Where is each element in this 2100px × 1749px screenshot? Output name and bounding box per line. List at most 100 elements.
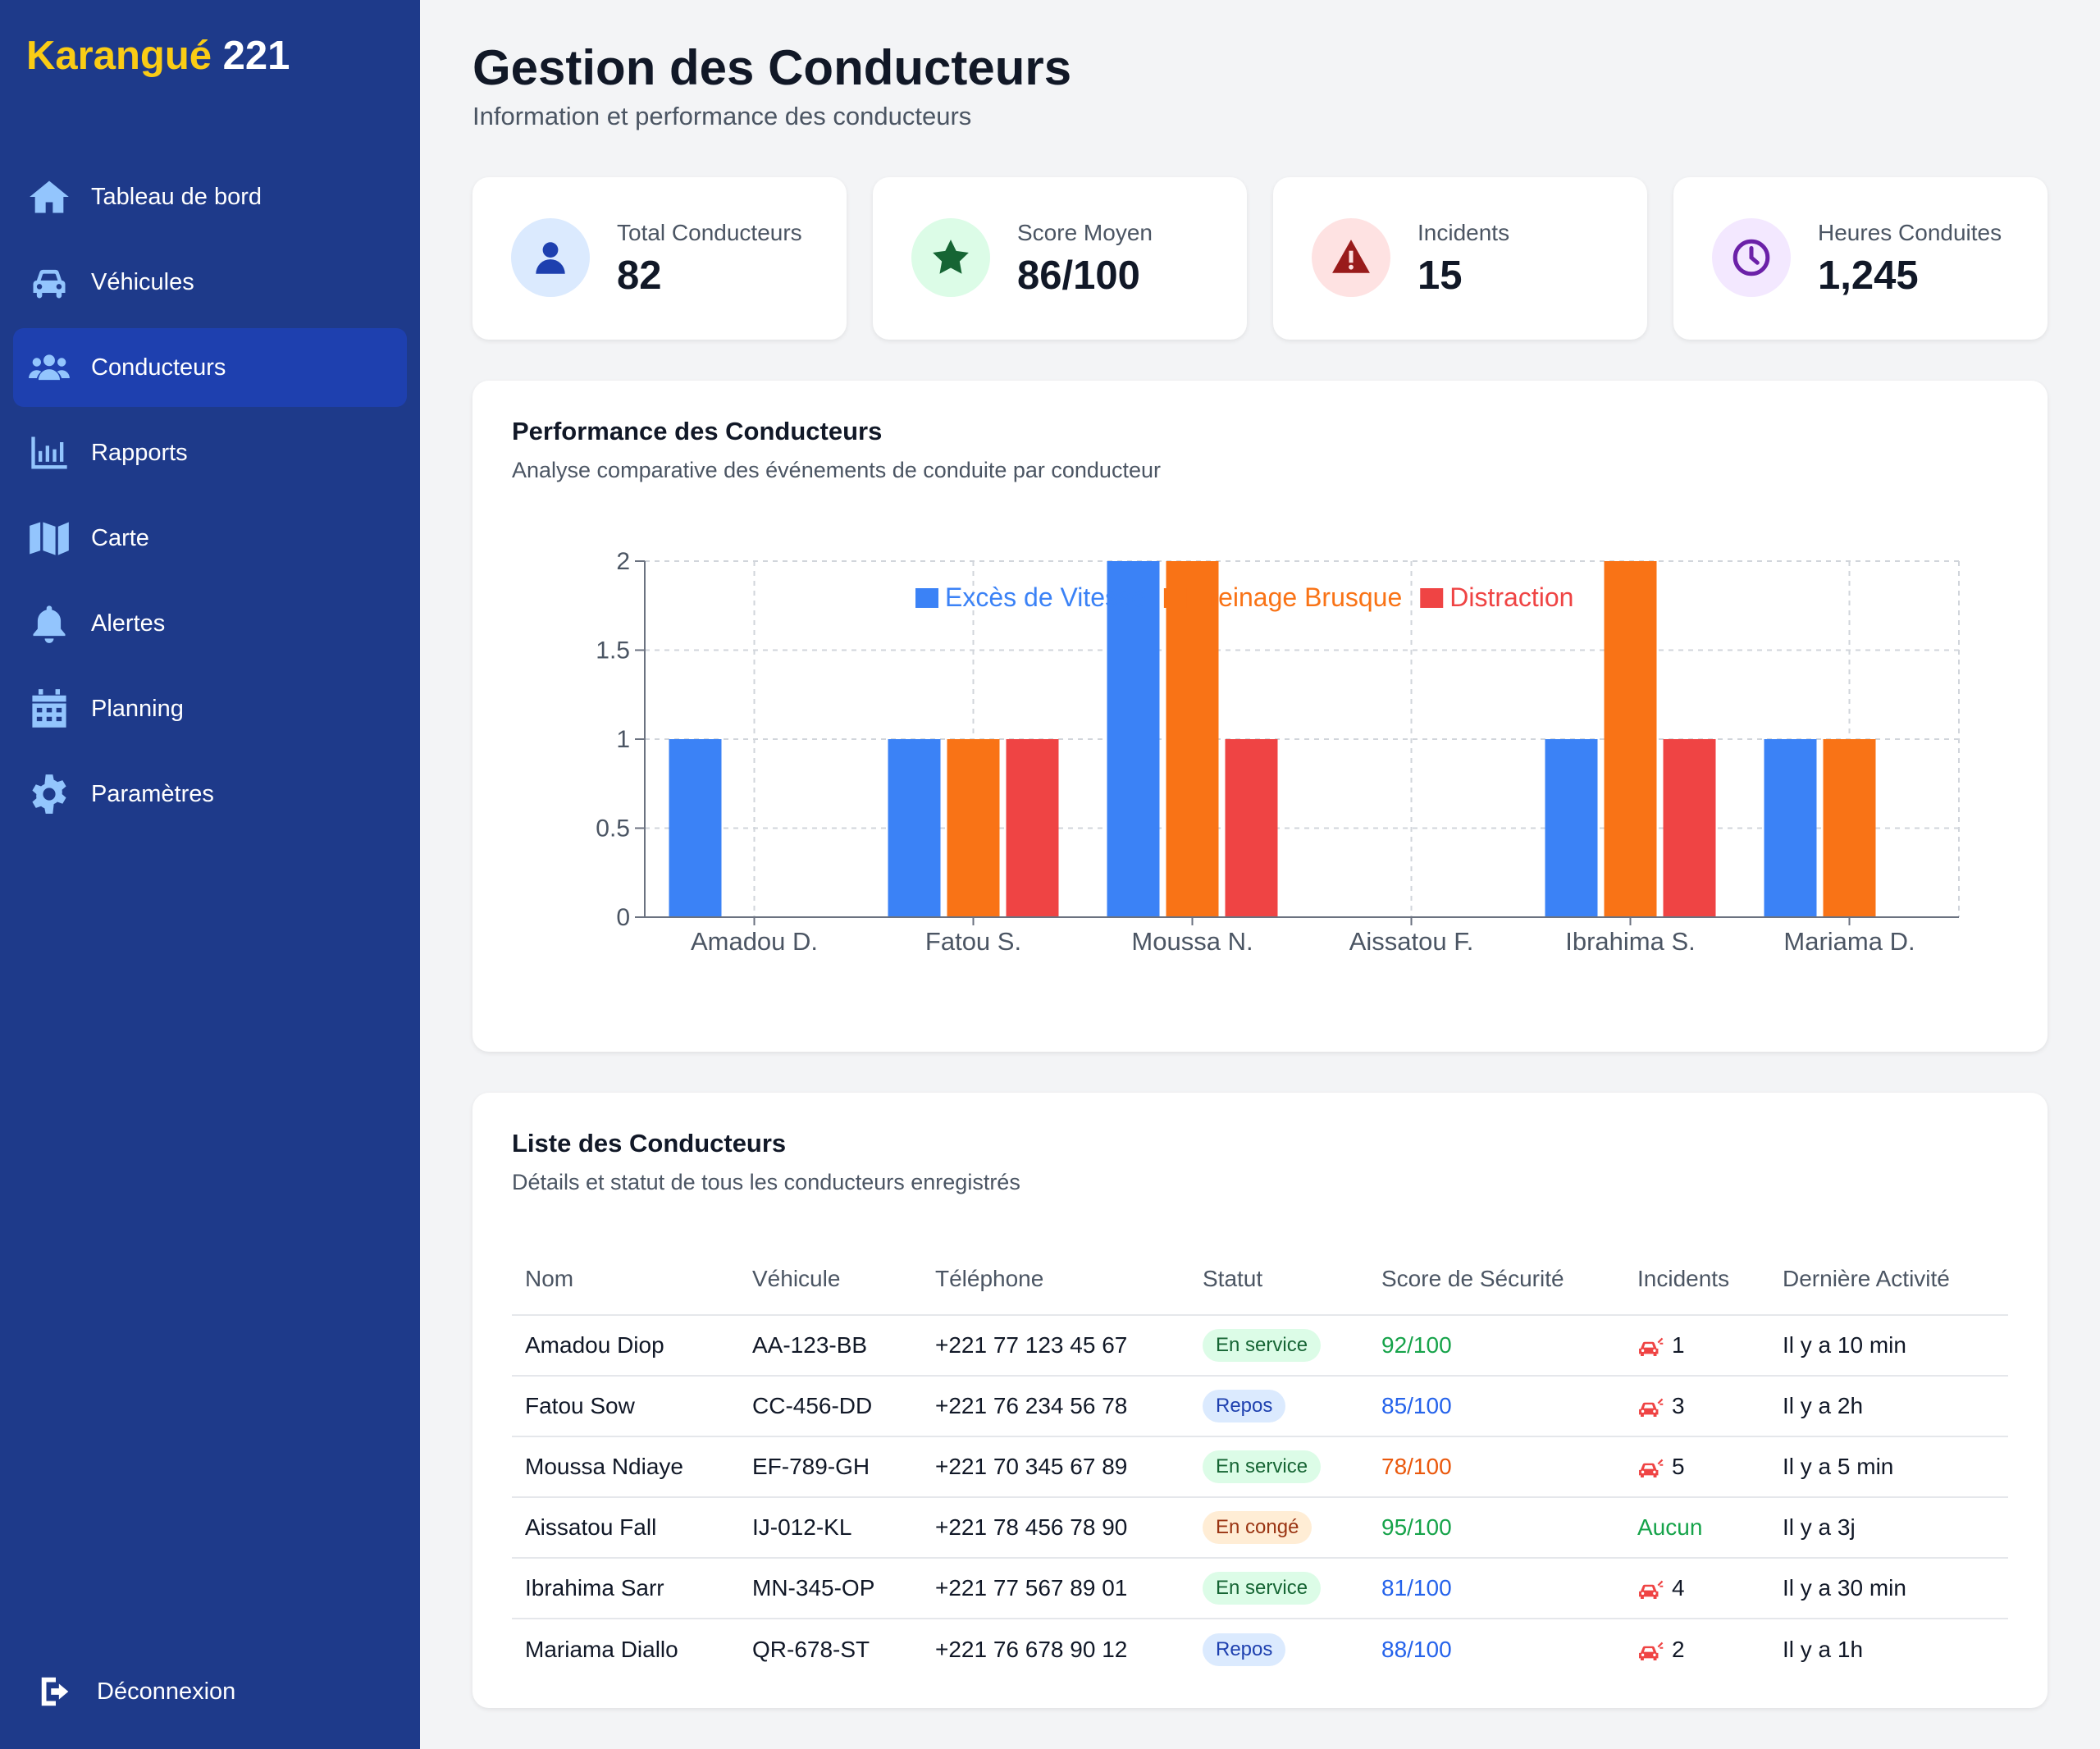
car-crash-icon xyxy=(1637,1639,1665,1662)
stat-label: Heures Conduites xyxy=(1818,220,2002,245)
car-crash-icon xyxy=(1637,1395,1665,1418)
x-tick-label: Ibrahima S. xyxy=(1565,927,1696,956)
legend-label: Freinage Brusque xyxy=(1194,582,1402,612)
map-icon xyxy=(26,515,72,561)
sidebar-item-planning[interactable]: Planning xyxy=(13,669,407,748)
driver-score: 78/100 xyxy=(1381,1454,1452,1479)
legend-swatch xyxy=(915,588,938,608)
bar-mariama-d-series-1 xyxy=(1764,739,1817,917)
driver-vehicle: CC-456-DD xyxy=(752,1393,873,1418)
drivers-table: Nom Véhicule Téléphone Statut Score de S… xyxy=(512,1244,2008,1680)
logout-button[interactable]: Déconnexion xyxy=(33,1669,235,1715)
incidents-count: 4 xyxy=(1672,1575,1685,1601)
performance-chart-card: Performance des Conducteurs Analyse comp… xyxy=(472,381,2048,1052)
status-badge: Repos xyxy=(1203,1633,1286,1666)
bar-moussa-n-series-3 xyxy=(1225,739,1278,917)
legend-label: Distraction xyxy=(1449,582,1573,612)
stat-label: Score Moyen xyxy=(1017,220,1153,245)
brand-logo[interactable]: Karangué 221 xyxy=(26,33,290,79)
y-tick-label: 1.5 xyxy=(596,637,630,664)
sidebar-item-label: Tableau de bord xyxy=(91,183,262,210)
table-header-row: Nom Véhicule Téléphone Statut Score de S… xyxy=(512,1244,2008,1316)
warning-icon xyxy=(1312,218,1390,297)
x-tick-label: Moussa N. xyxy=(1131,927,1253,956)
sidebar-item-rapports[interactable]: Rapports xyxy=(13,413,407,492)
star-icon xyxy=(911,218,990,297)
bar-chart: 0 0.5 1 1.5 2 Amadou D. Fatou S. Moussa N. Aissa… xyxy=(596,548,1960,956)
column-header-telephone[interactable]: Téléphone xyxy=(935,1244,1043,1314)
driver-incidents: 3 xyxy=(1637,1377,1685,1436)
legend-swatch xyxy=(1420,588,1444,608)
driver-incidents: 5 xyxy=(1637,1437,1685,1496)
driver-phone: +221 76 234 56 78 xyxy=(935,1393,1128,1418)
gear-icon xyxy=(26,771,72,817)
stat-card-heures-conduites: Heures Conduites 1,245 xyxy=(1673,177,2048,340)
stat-card-total-conducteurs: Total Conducteurs 82 xyxy=(472,177,847,340)
table-row[interactable]: Amadou Diop AA-123-BB +221 77 123 45 67 En … xyxy=(512,1316,2008,1377)
car-crash-icon xyxy=(1637,1456,1665,1479)
driver-name: Fatou Sow xyxy=(525,1393,635,1418)
driver-name: Aissatou Fall xyxy=(525,1514,657,1540)
table-row[interactable]: Mariama Diallo QR-678-ST +221 76 678 90 12… xyxy=(512,1619,2008,1680)
driver-name: Moussa Ndiaye xyxy=(525,1454,683,1479)
column-header-score[interactable]: Score de Sécurité xyxy=(1381,1244,1564,1314)
driver-status: Repos xyxy=(1203,1619,1286,1680)
sidebar-item-label: Paramètres xyxy=(91,780,214,807)
table-row[interactable]: Fatou Sow CC-456-DD +221 76 234 56 78 Repos… xyxy=(512,1377,2008,1437)
driver-last-activity: Il y a 1h xyxy=(1783,1637,1864,1662)
calendar-icon xyxy=(26,686,72,732)
driver-vehicle: AA-123-BB xyxy=(752,1332,868,1358)
column-header-derniere-activite[interactable]: Dernière Activité xyxy=(1783,1244,1950,1314)
x-tick-label: Aissatou F. xyxy=(1349,927,1474,956)
user-icon xyxy=(511,218,590,297)
bar-ibrahima-s-series-3 xyxy=(1663,739,1716,917)
column-header-incidents[interactable]: Incidents xyxy=(1637,1244,1729,1314)
driver-score: 95/100 xyxy=(1381,1514,1452,1540)
logout-icon xyxy=(33,1669,79,1715)
table-subtitle: Détails et statut de tous les conducteur… xyxy=(512,1170,1020,1194)
driver-last-activity: Il y a 30 min xyxy=(1783,1575,1906,1601)
incidents-count: 3 xyxy=(1672,1393,1685,1418)
bar-ibrahima-s-series-1 xyxy=(1545,739,1598,917)
clock-icon xyxy=(1712,218,1791,297)
sidebar-item-conducteurs[interactable]: Conducteurs xyxy=(13,328,407,407)
column-header-vehicule[interactable]: Véhicule xyxy=(752,1244,840,1314)
stat-card-score-moyen: Score Moyen 86/100 xyxy=(873,177,1247,340)
y-tick-label: 0.5 xyxy=(596,815,630,843)
table-row[interactable]: Moussa Ndiaye EF-789-GH +221 70 345 67 89 E… xyxy=(512,1437,2008,1498)
driver-score: 85/100 xyxy=(1381,1393,1452,1418)
driver-phone: +221 78 456 78 90 xyxy=(935,1514,1128,1540)
page-subtitle: Information et performance des conducteu… xyxy=(472,102,972,130)
table-row[interactable]: Ibrahima Sarr MN-345-OP +221 77 567 89 01 E… xyxy=(512,1559,2008,1619)
sidebar-item-tableau-de-bord[interactable]: Tableau de bord xyxy=(13,158,407,236)
stat-value: 1,245 xyxy=(1818,253,1919,298)
driver-name: Ibrahima Sarr xyxy=(525,1575,664,1601)
status-badge: En congé xyxy=(1203,1511,1312,1544)
sidebar-item-parametres[interactable]: Paramètres xyxy=(13,755,407,833)
y-tick-label: 1 xyxy=(616,726,630,753)
driver-phone: +221 70 345 67 89 xyxy=(935,1454,1128,1479)
driver-last-activity: Il y a 10 min xyxy=(1783,1332,1906,1358)
stat-value: 86/100 xyxy=(1017,253,1140,298)
legend-swatch xyxy=(1163,588,1187,608)
sidebar-item-label: Planning xyxy=(91,695,184,722)
sidebar-item-label: Alertes xyxy=(91,610,166,637)
table-row[interactable]: Aissatou Fall IJ-012-KL +221 78 456 78 90 E… xyxy=(512,1498,2008,1559)
sidebar-item-vehicules[interactable]: Véhicules xyxy=(13,243,407,322)
status-badge: En service xyxy=(1203,1450,1322,1483)
driver-incidents: Aucun xyxy=(1637,1498,1702,1557)
sidebar-item-alertes[interactable]: Alertes xyxy=(13,584,407,663)
column-header-nom[interactable]: Nom xyxy=(525,1244,573,1314)
incidents-count: Aucun xyxy=(1637,1514,1703,1540)
column-header-statut[interactable]: Statut xyxy=(1203,1244,1262,1314)
bar-fatou-s-series-3 xyxy=(1006,739,1059,917)
home-icon xyxy=(26,174,72,220)
driver-status: En service xyxy=(1203,1559,1322,1618)
stat-value: 15 xyxy=(1418,253,1463,298)
driver-incidents: 2 xyxy=(1637,1619,1685,1680)
driver-score: 81/100 xyxy=(1381,1575,1452,1601)
x-tick-label: Amadou D. xyxy=(691,927,818,956)
logout-label: Déconnexion xyxy=(97,1678,236,1705)
driver-last-activity: Il y a 5 min xyxy=(1783,1454,1894,1479)
sidebar-item-carte[interactable]: Carte xyxy=(13,499,407,578)
